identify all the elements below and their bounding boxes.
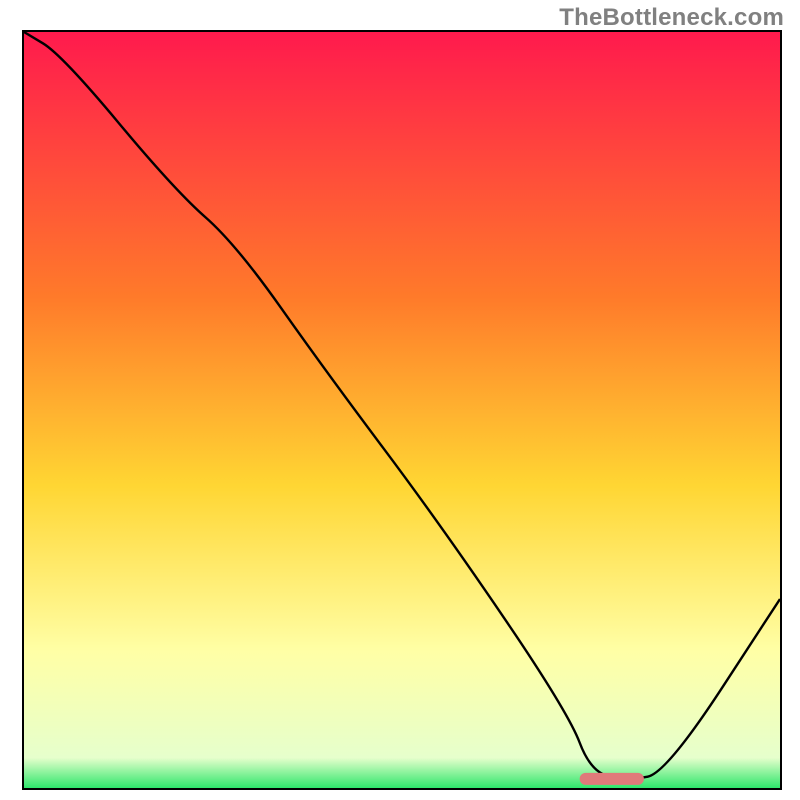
chart-frame (22, 30, 782, 790)
optimum-marker (580, 773, 644, 785)
watermark-text: TheBottleneck.com (559, 4, 784, 32)
chart-svg (24, 32, 780, 788)
